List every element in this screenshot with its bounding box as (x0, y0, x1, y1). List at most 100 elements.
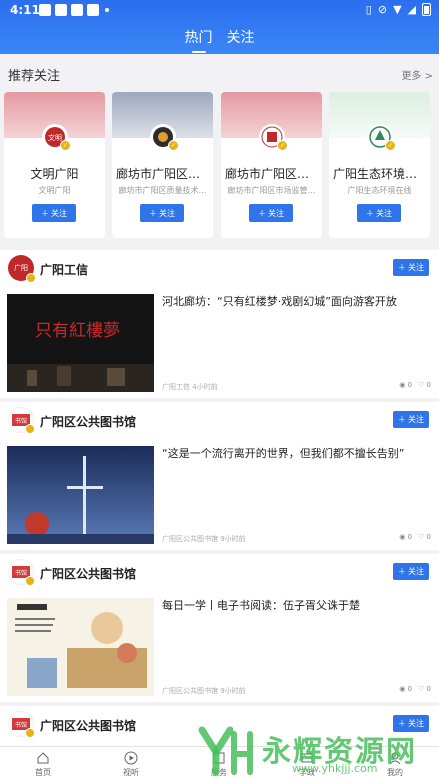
post-stats: ◉ 0 ♡ 0 (399, 381, 431, 389)
verified-badge-icon: ✓ (168, 140, 179, 151)
verified-badge-icon (25, 424, 35, 434)
nav-home[interactable]: 首页 (13, 751, 73, 778)
battery-icon (422, 3, 431, 16)
follow-button[interactable]: ＋关注 (140, 204, 184, 222)
study-icon (301, 753, 313, 763)
nav-service[interactable]: 服务 (189, 751, 249, 778)
plus-icon: ＋ (149, 208, 157, 218)
like-count[interactable]: ♡ 0 (418, 685, 431, 693)
follow-button[interactable]: ＋关注 (32, 204, 76, 222)
cellular-icon: ◢ (407, 3, 416, 16)
post-meta: 广阳区公共图书馆 9小时前 (162, 535, 246, 543)
system-icons: ▯ ⊘ ▼ ◢ (366, 3, 431, 16)
feed-post[interactable]: 书馆 广阳区公共图书馆 ＋关注 (0, 706, 439, 746)
post-author[interactable]: 广阳区公共图书馆 (40, 413, 136, 430)
post-header: 广阳 广阳工信 ＋关注 (0, 250, 439, 286)
svg-text:只有紅樓夢: 只有紅樓夢 (35, 321, 120, 341)
tab-hot[interactable]: 热门 (185, 27, 213, 53)
post-thumbnail[interactable] (7, 598, 154, 696)
post-header: 书馆 广阳区公共图书馆 ＋关注 (0, 706, 439, 742)
more-link[interactable]: 更多 > (401, 67, 433, 82)
post-thumbnail[interactable]: 只有紅樓夢 (7, 294, 154, 392)
status-time: 4:11 (10, 3, 40, 17)
status-bar: 4:11 ▯ ⊘ ▼ ◢ (0, 0, 439, 20)
feed-post[interactable]: 广阳 广阳工信 ＋关注 只有紅樓夢 河北廊坊：“只有红楼梦·戏剧幻城”面向游客开… (0, 250, 439, 398)
verified-badge-icon (25, 576, 35, 586)
verified-badge-icon (26, 273, 36, 283)
card-desc: 广阳生态环境在线 (347, 186, 412, 195)
follow-button[interactable]: ＋关注 (357, 204, 401, 222)
follow-button[interactable]: ＋关注 (393, 715, 429, 732)
card-desc: 廊坊市广阳区质量技术… (118, 186, 207, 195)
svg-text:书馆: 书馆 (15, 569, 27, 577)
avatar[interactable]: 书馆 (8, 711, 35, 738)
post-author[interactable]: 广阳工信 (40, 261, 88, 278)
recommend-title: 推荐关注 (8, 69, 61, 84)
post-author[interactable]: 广阳区公共图书馆 (40, 565, 136, 582)
view-count: ◉ 0 (399, 533, 413, 541)
follow-button[interactable]: ＋关注 (249, 204, 293, 222)
plus-icon: ＋ (398, 415, 406, 424)
tab-following[interactable]: 关注 (227, 27, 255, 53)
nav-profile[interactable]: 我的 (365, 751, 425, 778)
home-icon (37, 752, 49, 764)
card-name: 廊坊市广阳区市… (225, 167, 318, 181)
feed-post[interactable]: 书馆 广阳区公共图书馆 ＋关注 每日一学丨电子书阅读：伍子胥父诛于楚 广阳区公共… (0, 554, 439, 702)
follow-button[interactable]: ＋关注 (393, 411, 429, 428)
notification-icon (39, 4, 51, 16)
post-thumbnail[interactable] (7, 446, 154, 544)
post-title[interactable]: “这是一个流行离开的世界，但我们都不擅长告别” (162, 446, 432, 461)
wifi-icon: ▼ (393, 3, 402, 16)
post-title[interactable]: 每日一学丨电子书阅读：伍子胥父诛于楚 (162, 598, 432, 613)
avatar[interactable]: 广阳 (8, 255, 36, 283)
recommend-card[interactable]: 文明 ✓ 文明广阳 文明广阳 ＋关注 (4, 92, 105, 238)
card-name: 广阳生态环境在线 (333, 167, 426, 181)
nav-study[interactable]: 学政 (277, 751, 337, 778)
signal-off-icon: ⊘ (377, 3, 388, 16)
view-count: ◉ 0 (399, 381, 413, 389)
follow-button[interactable]: ＋关注 (393, 259, 429, 276)
recommend-card[interactable]: ✓ 广阳生态环境在线 广阳生态环境在线 ＋关注 (329, 92, 430, 238)
post-title[interactable]: 河北廊坊：“只有红楼梦·戏剧幻城”面向游客开放 (162, 294, 432, 309)
eye-icon: ◉ (399, 685, 408, 693)
plus-icon: ＋ (366, 208, 374, 218)
nav-media[interactable]: 视听 (101, 751, 161, 778)
post-header: 书馆 广阳区公共图书馆 ＋关注 (0, 554, 439, 590)
verified-badge-icon: ✓ (60, 140, 71, 151)
card-name: 文明广阳 (30, 167, 79, 181)
plus-icon: ＋ (398, 719, 406, 728)
feed-post[interactable]: 书馆 广阳区公共图书馆 ＋关注 “这是一个流行离开的世界，但我们都不擅长告别” … (0, 402, 439, 550)
vibrate-icon: ▯ (365, 3, 372, 16)
svg-text:书馆: 书馆 (15, 721, 27, 729)
service-icon (213, 752, 225, 764)
plus-icon: ＋ (398, 567, 406, 576)
post-stats: ◉ 0 ♡ 0 (399, 533, 431, 541)
plus-icon: ＋ (258, 208, 266, 218)
notification-icon (55, 4, 67, 16)
svg-text:文明: 文明 (48, 133, 62, 142)
verified-badge-icon (25, 728, 35, 738)
like-count[interactable]: ♡ 0 (418, 381, 431, 389)
bottom-nav: 首页 视听 服务 学政 我的 (0, 746, 439, 782)
recommend-header: 推荐关注 更多 > (0, 54, 439, 92)
recommend-card[interactable]: ✓ 廊坊市广阳区质… 廊坊市广阳区质量技术… ＋关注 (112, 92, 213, 238)
avatar[interactable]: 书馆 (8, 407, 35, 434)
verified-badge-icon: ✓ (385, 140, 396, 151)
post-header: 书馆 广阳区公共图书馆 ＋关注 (0, 402, 439, 438)
feed-tabs: 热门 关注 (0, 27, 439, 53)
like-count[interactable]: ♡ 0 (418, 533, 431, 541)
heart-icon: ♡ (418, 533, 427, 541)
verified-badge-icon: ✓ (277, 140, 288, 151)
plus-icon: ＋ (398, 263, 406, 272)
view-count: ◉ 0 (399, 685, 413, 693)
avatar[interactable]: 书馆 (8, 559, 35, 586)
card-desc: 文明广阳 (38, 186, 71, 195)
eye-icon: ◉ (399, 533, 408, 541)
follow-button[interactable]: ＋关注 (393, 563, 429, 580)
play-icon (124, 751, 138, 765)
user-icon (389, 752, 401, 765)
recommend-card[interactable]: ✓ 廊坊市广阳区市… 廊坊市广阳区市场监管… ＋关注 (221, 92, 322, 238)
post-author[interactable]: 广阳区公共图书馆 (40, 717, 136, 734)
svg-text:书馆: 书馆 (15, 417, 27, 425)
avatar-logo-icon: 广阳 (14, 264, 28, 272)
